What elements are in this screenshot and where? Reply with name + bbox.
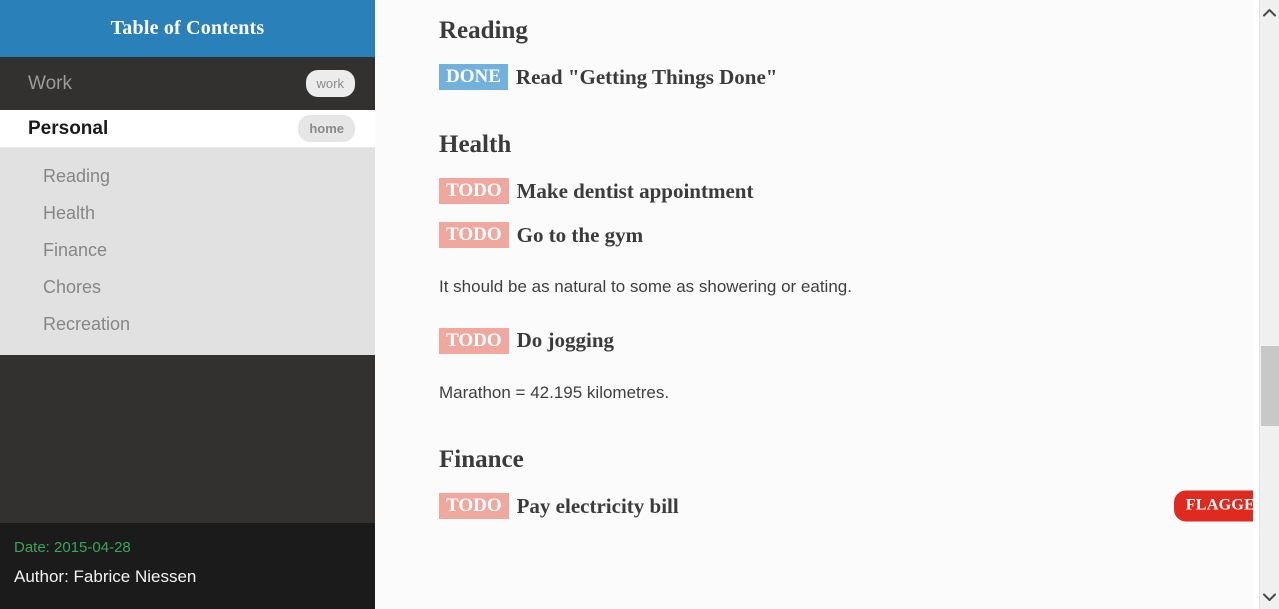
toc-subitem-finance[interactable]: Finance	[0, 232, 375, 269]
status-badge-todo[interactable]: TODO	[439, 493, 509, 520]
task-row[interactable]: DONE Read "Getting Things Done"	[439, 64, 1279, 90]
app-root: Table of Contents Work work Personal hom…	[0, 0, 1279, 609]
toc-item-personal-label: Personal	[28, 117, 109, 139]
toc-subitem-reading[interactable]: Reading	[0, 158, 375, 195]
toc-subitem-recreation[interactable]: Recreation	[0, 306, 375, 343]
table-of-contents-sidebar: Table of Contents Work work Personal hom…	[0, 0, 375, 609]
task-row[interactable]: TODO Pay electricity bill FLAGGED	[439, 490, 1279, 522]
tag-work: work	[305, 70, 355, 97]
toc-subitem-label: Finance	[43, 240, 108, 260]
toc-subitem-label: Chores	[43, 277, 102, 297]
toc-title: Table of Contents	[110, 17, 265, 39]
tag-home: home	[298, 115, 355, 142]
task-row[interactable]: TODO Go to the gym	[439, 222, 1279, 248]
status-badge-todo[interactable]: TODO	[439, 222, 509, 248]
paragraph-showering: It should be as natural to some as showe…	[439, 277, 852, 296]
toc-item-work-label: Work	[28, 72, 72, 94]
scrollbar-track[interactable]	[1260, 24, 1279, 585]
toc-subitem-label: Reading	[43, 166, 111, 186]
document-content: Reading DONE Read "Getting Things Done" …	[375, 0, 1279, 609]
chevron-up-icon	[1263, 8, 1276, 17]
paragraph-marathon: Marathon = 42.195 kilometres.	[439, 382, 670, 402]
document-author: Author: Fabrice Niessen	[14, 567, 197, 586]
scroll-up-button[interactable]	[1260, 0, 1279, 24]
vertical-scrollbar[interactable]	[1259, 0, 1279, 609]
heading-finance: Finance	[439, 446, 524, 474]
toc-subitem-health[interactable]: Health	[0, 195, 375, 232]
toc-sublist: Reading Health Finance Chores Recreation	[0, 148, 375, 355]
task-title: Do jogging	[516, 328, 615, 353]
chevron-down-icon	[1263, 593, 1276, 602]
task-row[interactable]: TODO Make dentist appointment	[439, 178, 1279, 204]
heading-reading: Reading	[439, 17, 528, 44]
task-title: Pay electricity bill	[516, 493, 679, 518]
task-row[interactable]: TODO Do jogging	[439, 327, 1279, 354]
toc-body: Work work Personal home Reading Health F…	[0, 57, 375, 523]
scrollbar-thumb[interactable]	[1260, 346, 1279, 426]
toc-footer: Date: 2015-04-28 Author: Fabrice Niessen	[0, 523, 375, 609]
status-badge-todo[interactable]: TODO	[439, 327, 509, 354]
toc-subitem-chores[interactable]: Chores	[0, 269, 375, 306]
toc-subitem-label: Health	[43, 203, 96, 223]
document-date: Date: 2015-04-28	[14, 539, 131, 556]
status-badge-todo[interactable]: TODO	[439, 178, 509, 204]
heading-health: Health	[439, 131, 512, 158]
toc-subitem-label: Recreation	[43, 314, 131, 334]
toc-item-work[interactable]: Work work	[0, 57, 375, 110]
status-badge-done[interactable]: DONE	[439, 64, 508, 90]
toc-item-personal[interactable]: Personal home	[0, 110, 375, 148]
toc-header: Table of Contents	[0, 0, 375, 57]
task-title: Go to the gym	[516, 222, 644, 247]
task-title: Make dentist appointment	[516, 178, 754, 203]
task-title: Read "Getting Things Done"	[515, 64, 778, 89]
scroll-down-button[interactable]	[1260, 585, 1279, 609]
